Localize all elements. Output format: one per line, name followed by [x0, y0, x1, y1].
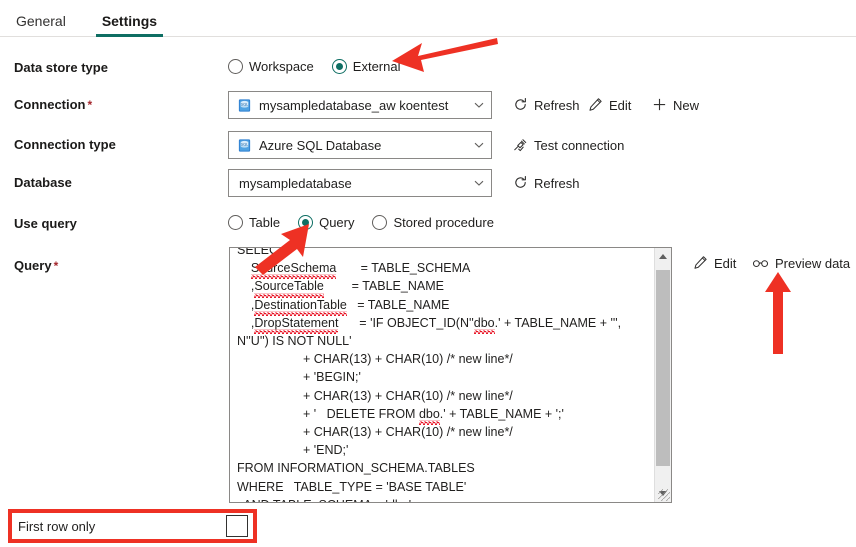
preview-data-button[interactable]: Preview data	[752, 255, 850, 273]
query-line-4-token: DropStatement	[254, 313, 339, 335]
svg-text:SQL: SQL	[241, 142, 249, 146]
connection-dropdown[interactable]: SQL mysampledatabase_aw koentest	[228, 91, 492, 119]
query-line-2-token: SourceTable	[254, 277, 324, 298]
database-refresh-label: Refresh	[534, 176, 580, 191]
connection-type-value: Azure SQL Database	[259, 137, 382, 153]
query-line-9-token: dbo	[418, 404, 440, 426]
connection-refresh-button[interactable]: Refresh	[513, 97, 580, 115]
radio-label-table: Table	[249, 215, 281, 230]
first-row-only-row[interactable]: First row only	[18, 515, 248, 537]
plug-check-icon	[512, 137, 534, 155]
connection-value: mysampledatabase_aw koentest	[259, 97, 449, 113]
connection-refresh-label: Refresh	[534, 98, 580, 113]
query-line-1-token: SourceSchema	[250, 259, 337, 280]
chevron-down-icon[interactable]	[473, 177, 485, 189]
connection-edit-button[interactable]: Edit	[588, 97, 631, 115]
tab-settings[interactable]: Settings	[95, 13, 164, 37]
plus-icon	[652, 97, 673, 115]
refresh-icon	[513, 97, 534, 115]
radio-label-stored-procedure: Stored procedure	[393, 215, 494, 230]
database-label-text: Database	[14, 175, 72, 190]
test-connection-label: Test connection	[534, 138, 625, 153]
connection-required-asterisk: *	[87, 98, 93, 112]
query-line-0: SELECT	[237, 248, 286, 257]
connection-label: Connection *	[14, 97, 92, 112]
settings-panel: General Settings Data store type Workspa…	[0, 0, 856, 547]
radio-option-table[interactable]: Table	[228, 215, 280, 230]
pencil-icon	[588, 97, 609, 115]
radio-label-external: External	[352, 59, 401, 74]
query-editor[interactable]: SELECT SourceSchema = TABLE_SCHEMA ,Sour…	[229, 247, 672, 503]
scrollbar-thumb[interactable]	[656, 270, 670, 466]
radio-option-stored-procedure[interactable]: Stored procedure	[372, 215, 494, 230]
connection-type-label-text: Connection type	[14, 137, 116, 152]
chevron-down-icon[interactable]	[473, 139, 485, 151]
annotation-arrow-preview-data	[762, 270, 802, 358]
svg-text:SQL: SQL	[241, 102, 249, 106]
first-row-only-label: First row only	[18, 518, 96, 534]
database-refresh-button[interactable]: Refresh	[513, 175, 580, 193]
use-query-label-text: Use query	[14, 216, 77, 231]
query-label-text: Query	[14, 258, 52, 273]
sql-database-icon: SQL	[237, 98, 252, 113]
query-line-3-token: DestinationTable	[254, 295, 348, 317]
tab-settings-label: Settings	[101, 13, 158, 29]
radio-option-workspace[interactable]: Workspace	[228, 59, 314, 74]
radio-circle-query[interactable]	[298, 215, 314, 230]
connection-new-label: New	[673, 98, 700, 113]
pencil-icon	[693, 255, 714, 273]
refresh-icon	[513, 175, 534, 193]
query-editor-viewport: SELECT SourceSchema = TABLE_SCHEMA ,Sour…	[230, 248, 654, 502]
data-store-type-radio-group: Workspace External	[228, 59, 419, 74]
use-query-label: Use query	[14, 216, 77, 231]
data-store-type-label: Data store type	[14, 60, 108, 75]
data-store-type-label-text: Data store type	[14, 60, 108, 75]
test-connection-button[interactable]: Test connection	[512, 137, 624, 155]
preview-data-label: Preview data	[775, 256, 851, 271]
query-label: Query *	[14, 258, 58, 273]
connection-edit-label: Edit	[609, 98, 632, 113]
tab-general-label: General	[16, 13, 66, 29]
radio-circle-workspace[interactable]	[228, 59, 243, 74]
query-editor-text[interactable]: SELECT SourceSchema = TABLE_SCHEMA ,Sour…	[237, 248, 652, 502]
connection-type-dropdown[interactable]: SQL Azure SQL Database	[228, 131, 492, 159]
query-edit-button[interactable]: Edit	[693, 255, 736, 273]
tab-strip: General Settings	[0, 0, 856, 37]
radio-option-query[interactable]: Query	[298, 215, 354, 230]
radio-option-external[interactable]: External	[331, 59, 401, 74]
sql-database-icon: SQL	[237, 138, 252, 153]
glasses-icon	[752, 255, 775, 273]
query-edit-label: Edit	[714, 256, 737, 271]
radio-circle-external[interactable]	[331, 59, 347, 74]
database-value: mysampledatabase	[239, 175, 352, 191]
connection-new-button[interactable]: New	[652, 97, 699, 115]
resize-grip-handle[interactable]	[658, 489, 670, 501]
radio-label-query: Query	[319, 215, 355, 230]
use-query-radio-group: Table Query Stored procedure	[228, 215, 512, 230]
query-editor-scrollbar[interactable]	[654, 248, 671, 502]
first-row-only-checkbox[interactable]	[226, 515, 248, 537]
query-line-4-token-b: dbo	[473, 313, 495, 335]
connection-type-label: Connection type	[14, 137, 116, 152]
radio-label-workspace: Workspace	[249, 59, 314, 74]
database-dropdown[interactable]: mysampledatabase	[228, 169, 492, 197]
query-required-asterisk: *	[53, 259, 59, 273]
radio-circle-table[interactable]	[228, 215, 243, 230]
radio-circle-stored-procedure[interactable]	[372, 215, 388, 230]
database-label: Database	[14, 175, 72, 190]
connection-label-text: Connection	[14, 97, 86, 112]
chevron-down-icon[interactable]	[473, 99, 485, 111]
scroll-up-arrow-icon[interactable]	[655, 248, 671, 265]
tab-general[interactable]: General	[10, 14, 72, 36]
